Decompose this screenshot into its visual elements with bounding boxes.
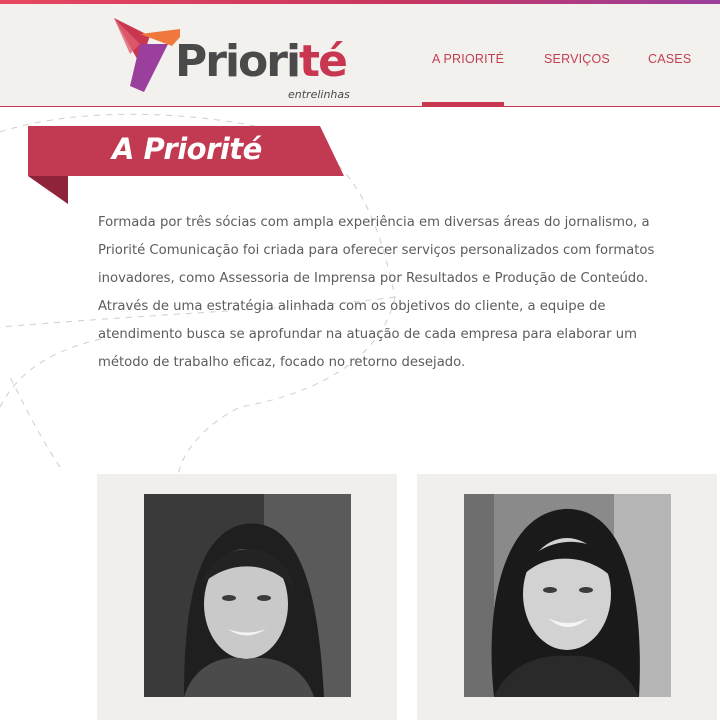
partner-photo-1 — [144, 494, 351, 697]
main-nav: A PRIORITÉ SERVIÇOS CASES — [0, 4, 720, 107]
partner-photo-2 — [464, 494, 671, 697]
intro-line: método de trabalho eficaz, focado no ret… — [98, 355, 466, 370]
intro-line: Formada por três sócias com ampla experi… — [98, 215, 650, 230]
nav-item-cases[interactable]: CASES — [648, 52, 691, 66]
nav-item-servicos[interactable]: SERVIÇOS — [544, 52, 610, 66]
intro-line: inovadores, como Assessoria de Imprensa … — [98, 271, 649, 286]
intro-paragraph: Formada por três sócias com ampla experi… — [98, 209, 658, 377]
intro-line: Priorité Comunicação foi criada para ofe… — [98, 243, 655, 258]
intro-line: Através de uma estratégia alinhada com o… — [98, 299, 606, 314]
intro-line: atendimento busca se aprofundar na atuaç… — [98, 327, 637, 342]
team-card — [417, 474, 717, 720]
nav-item-a-priorite[interactable]: A PRIORITÉ — [432, 52, 504, 66]
section-title: A Priorité — [112, 132, 262, 166]
team-card — [97, 474, 397, 720]
